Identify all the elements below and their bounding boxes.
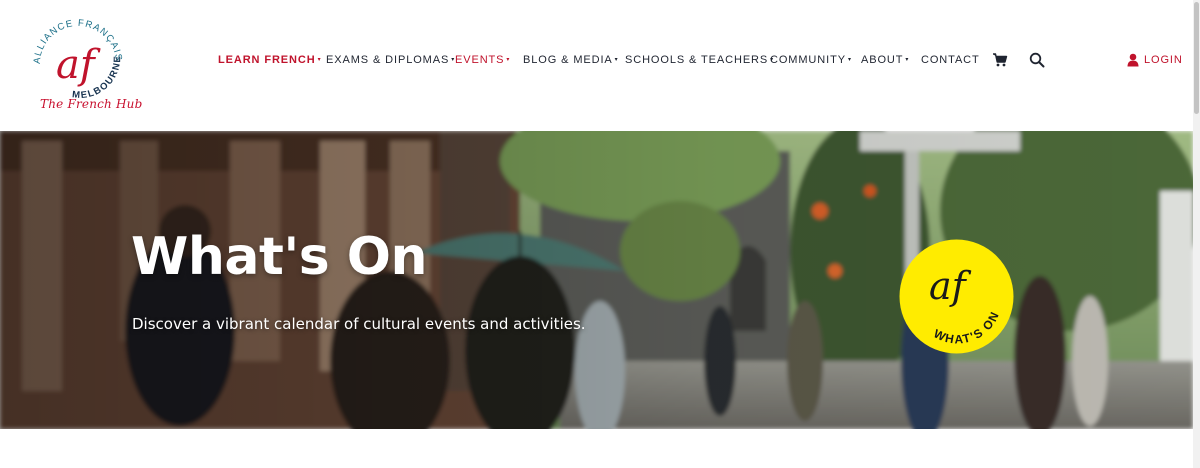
site-header: ALLIANCE FRANÇAISE MELBOURNE af The Fren… — [0, 0, 1193, 130]
user-icon — [1127, 53, 1139, 67]
nav-label: SCHOOLS & TEACHERS — [625, 54, 769, 66]
nav-schools-teachers[interactable]: SCHOOLS & TEACHERS ▾ — [625, 54, 774, 66]
nav-events[interactable]: EVENTS ▾ — [455, 54, 510, 66]
nav-label: BLOG & MEDIA — [523, 54, 613, 66]
caret-icon: ▾ — [614, 57, 619, 63]
caret-icon: ▾ — [847, 57, 852, 63]
nav-blog-media[interactable]: BLOG & MEDIA ▾ — [523, 54, 619, 66]
nav-learn-french[interactable]: LEARN FRENCH ▾ — [218, 54, 322, 66]
scrollbar-thumb[interactable] — [1194, 2, 1199, 114]
logo-tagline: The French Hub — [40, 97, 143, 111]
page-subtitle: Discover a vibrant calendar of cultural … — [132, 315, 586, 333]
login-link[interactable]: LOGIN — [1127, 53, 1183, 67]
page-title: What's On — [131, 227, 428, 287]
whats-on-badge: af WHAT'S ON — [899, 239, 1014, 354]
cart-icon[interactable] — [992, 52, 1008, 68]
nav-exams-diplomas[interactable]: EXAMS & DIPLOMAS ▾ — [326, 54, 455, 66]
page-scrollbar[interactable] — [1193, 0, 1200, 468]
hero-banner: What's On Discover a vibrant calendar of… — [0, 131, 1193, 429]
nav-label: COMMUNITY — [770, 54, 846, 66]
nav-label: CONTACT — [921, 54, 980, 66]
nav-label: EXAMS & DIPLOMAS — [326, 54, 450, 66]
caret-icon: ▾ — [317, 57, 322, 63]
nav-contact[interactable]: CONTACT — [921, 54, 980, 66]
nav-community[interactable]: COMMUNITY ▾ — [770, 54, 852, 66]
logo-mark: af — [56, 42, 101, 88]
nav-label: LEARN FRENCH — [218, 54, 316, 66]
search-icon[interactable] — [1029, 52, 1045, 68]
caret-icon: ▾ — [905, 57, 910, 63]
login-label: LOGIN — [1144, 54, 1183, 66]
nav-about[interactable]: ABOUT ▾ — [861, 54, 909, 66]
badge-mark: af — [929, 264, 972, 308]
nav-label: EVENTS — [455, 54, 505, 66]
caret-icon: ▾ — [506, 57, 511, 63]
nav-label: ABOUT — [861, 54, 904, 66]
